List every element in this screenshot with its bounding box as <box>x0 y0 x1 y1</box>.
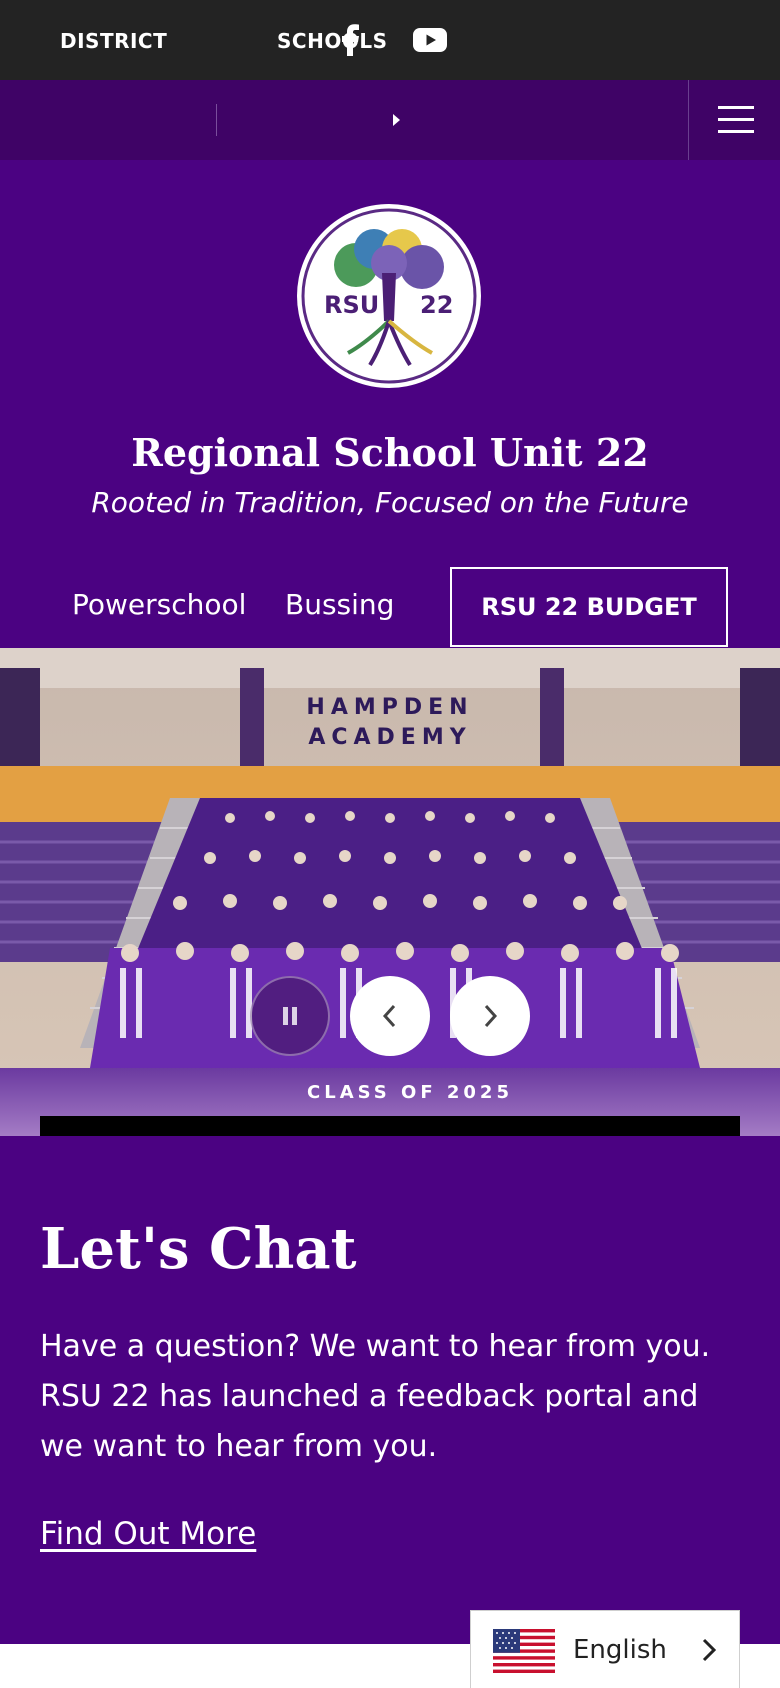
us-flag-icon <box>493 1629 555 1673</box>
budget-button[interactable]: RSU 22 BUDGET <box>450 567 728 647</box>
language-label: English <box>573 1635 667 1665</box>
svg-text:HAMPDEN: HAMPDEN <box>306 695 473 720</box>
chat-body: Have a question? We want to hear from yo… <box>40 1329 711 1464</box>
main-navbar <box>0 80 780 160</box>
language-selector[interactable]: English <box>470 1610 740 1688</box>
site-tagline: Rooted in Tradition, Focused on the Futu… <box>91 486 689 519</box>
nav-divider <box>216 104 217 136</box>
youtube-icon[interactable] <box>412 22 448 58</box>
svg-text:22: 22 <box>420 291 453 319</box>
pause-icon[interactable] <box>250 976 330 1056</box>
chevron-left-icon[interactable] <box>350 976 430 1056</box>
find-out-more-link[interactable]: Find Out More <box>40 1516 256 1552</box>
chevron-right-icon <box>702 1638 717 1662</box>
bussing-link[interactable]: Bussing <box>285 588 394 621</box>
chat-heading: Let's Chat <box>40 1216 357 1282</box>
caret-right-icon <box>393 114 400 126</box>
powerschool-link[interactable]: Powerschool <box>72 588 246 621</box>
nav-schools[interactable]: SCHOOLS <box>277 0 387 80</box>
chevron-right-icon[interactable] <box>450 976 530 1056</box>
svg-text:RSU: RSU <box>324 291 379 319</box>
slideshow-image: HAMPDEN ACADEMY CLASS OF 2025 <box>0 648 780 1136</box>
nav-district[interactable]: DISTRICT <box>60 0 167 80</box>
svg-text:ACADEMY: ACADEMY <box>308 725 471 750</box>
menu-divider <box>688 80 689 160</box>
hamburger-menu-icon[interactable] <box>718 106 754 134</box>
site-title: Regional School Unit 22 <box>131 430 649 475</box>
svg-text:CLASS OF 2025: CLASS OF 2025 <box>307 1082 513 1103</box>
district-logo[interactable]: RSU 22 <box>296 203 482 389</box>
